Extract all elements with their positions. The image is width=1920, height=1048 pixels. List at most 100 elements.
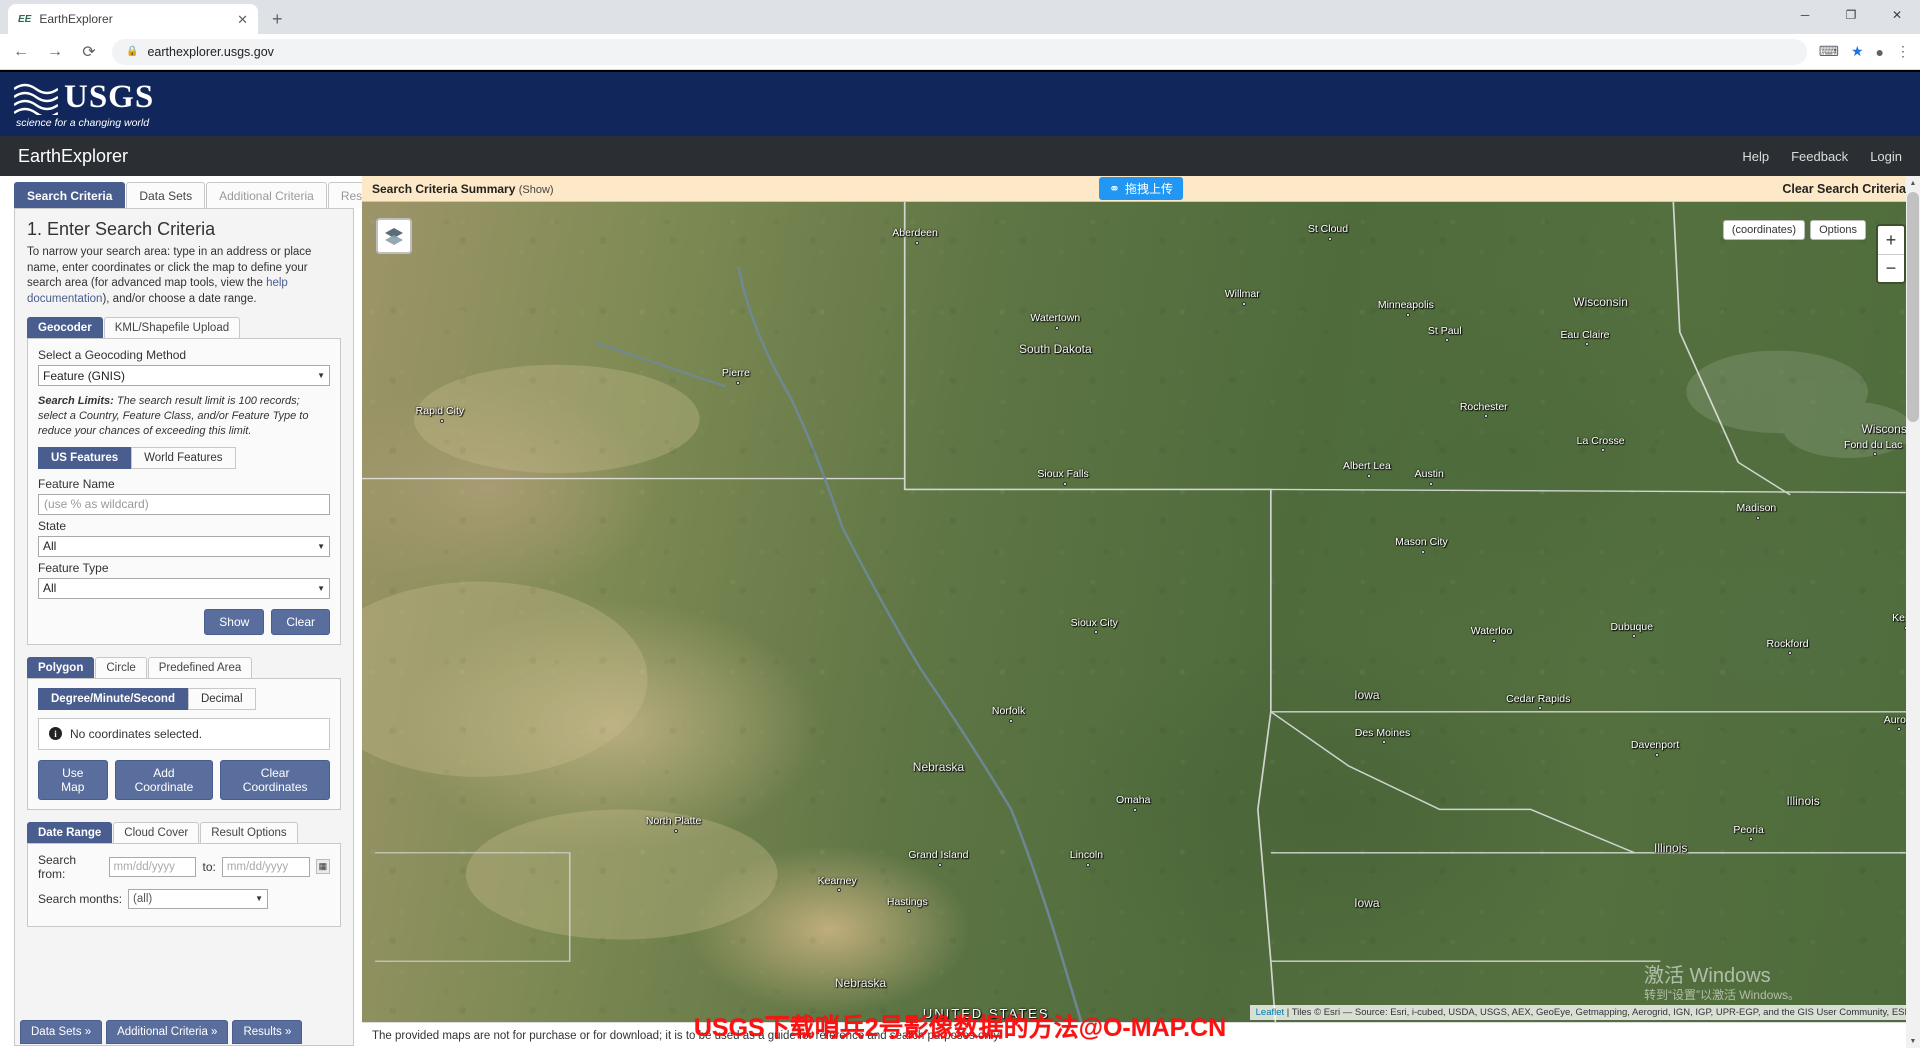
map-city-dot <box>1445 338 1449 342</box>
feature-name-input[interactable]: (use % as wildcard) <box>38 494 330 515</box>
chevron-down-icon: ▼ <box>317 542 325 551</box>
page-title: 1. Enter Search Criteria <box>27 219 341 240</box>
scroll-up-icon[interactable]: ▲ <box>1906 176 1920 190</box>
degree-minute-second-button[interactable]: Degree/Minute/Second <box>38 688 188 710</box>
map-city-dot <box>1055 326 1059 330</box>
clear-button[interactable]: Clear <box>271 609 330 635</box>
map-city-dot <box>1382 740 1386 744</box>
subtab-kml-shapefile-upload[interactable]: KML/Shapefile Upload <box>104 317 240 338</box>
login-link[interactable]: Login <box>1870 149 1902 164</box>
subtab-circle[interactable]: Circle <box>95 657 146 678</box>
page-scrollbar[interactable]: ▲ ▼ <box>1906 176 1920 1048</box>
feedback-link[interactable]: Feedback <box>1791 149 1848 164</box>
drag-upload-button[interactable]: ⚭ 拖拽上传 <box>1099 177 1183 200</box>
map-city-dot <box>1873 452 1877 456</box>
search-to-label: to: <box>202 860 215 874</box>
subtab-result-options[interactable]: Result Options <box>200 822 297 843</box>
feature-scope-toggle: US Features World Features <box>38 447 330 469</box>
close-icon[interactable]: ✕ <box>237 13 248 26</box>
search-from-input[interactable]: mm/dd/yyyy <box>109 857 197 877</box>
map-city-label: Kearney <box>818 875 857 887</box>
coordinates-pill[interactable]: (coordinates) <box>1723 220 1805 240</box>
map-city-dot <box>440 419 444 423</box>
bookmark-star-icon[interactable]: ★ <box>1851 43 1864 60</box>
tab-additional-criteria[interactable]: Additional Criteria <box>206 182 327 208</box>
zoom-in-button[interactable]: + <box>1878 226 1904 254</box>
geocoding-method-label: Select a Geocoding Method <box>38 348 330 362</box>
leaflet-link[interactable]: Leaflet <box>1256 1007 1285 1018</box>
map-panel: Search Criteria Summary (Show) ⚭ 拖拽上传 Cl… <box>362 176 1920 1048</box>
map-layers-button[interactable] <box>376 218 412 254</box>
geocoder-tabs: Geocoder KML/Shapefile Upload <box>27 317 341 338</box>
subtab-predefined-area[interactable]: Predefined Area <box>148 657 252 678</box>
show-button[interactable]: Show <box>204 609 264 635</box>
maximize-icon[interactable]: ❐ <box>1828 0 1874 30</box>
address-bar[interactable]: 🔒 earthexplorer.usgs.gov <box>112 39 1807 65</box>
goto-additional-criteria-button[interactable]: Additional Criteria » <box>106 1020 228 1044</box>
profile-icon[interactable]: ● <box>1876 44 1884 60</box>
map-city-dot <box>736 381 740 385</box>
map-city-dot <box>1429 482 1433 486</box>
no-coordinates-text: No coordinates selected. <box>70 727 202 741</box>
subtab-polygon[interactable]: Polygon <box>27 657 94 678</box>
map-city-dot <box>1242 302 1246 306</box>
translate-icon[interactable]: ⌨ <box>1819 43 1839 60</box>
forward-icon[interactable]: → <box>44 41 66 63</box>
goto-data-sets-button[interactable]: Data Sets » <box>20 1020 102 1044</box>
help-link[interactable]: Help <box>1742 149 1769 164</box>
state-select[interactable]: All ▼ <box>38 536 330 557</box>
usgs-header: USGS science for a changing world <box>0 70 1920 136</box>
window-close-icon[interactable]: ✕ <box>1874 0 1920 30</box>
area-tabs: Polygon Circle Predefined Area <box>27 657 341 678</box>
satellite-map[interactable]: (coordinates) Options + − AberdeenSt Clo… <box>362 202 1920 1048</box>
us-features-button[interactable]: US Features <box>38 447 131 469</box>
menu-icon[interactable]: ⋮ <box>1896 43 1910 60</box>
map-city-label: Willmar <box>1225 288 1260 300</box>
map-city-label: Norfolk <box>992 705 1025 717</box>
usgs-logo[interactable]: USGS science for a changing world <box>14 79 154 129</box>
lock-icon: 🔒 <box>126 46 138 57</box>
clear-coordinates-button[interactable]: Clear Coordinates <box>220 760 330 800</box>
map-city-dot <box>674 829 678 833</box>
map-state-label: Illinois <box>1786 794 1819 808</box>
reload-icon[interactable]: ⟳ <box>78 41 100 63</box>
summary-show-link[interactable]: (Show) <box>519 184 554 196</box>
map-city-label: Cedar Rapids <box>1506 693 1570 705</box>
calendar-icon[interactable]: ▦ <box>316 859 330 874</box>
world-features-button[interactable]: World Features <box>131 447 235 469</box>
windows-activation-watermark: 激活 Windows 转到“设置”以激活 Windows。 <box>1644 964 1800 1002</box>
usgs-wordmark: USGS <box>64 79 154 116</box>
subtab-geocoder[interactable]: Geocoder <box>27 317 103 338</box>
browser-tab[interactable]: EE EarthExplorer ✕ <box>8 4 258 34</box>
polygon-card: Degree/Minute/Second Decimal i No coordi… <box>27 678 341 810</box>
zoom-out-button[interactable]: − <box>1878 254 1904 282</box>
scroll-down-icon[interactable]: ▼ <box>1906 1034 1920 1048</box>
map-city-label: Aberdeen <box>892 227 938 239</box>
subtab-cloud-cover[interactable]: Cloud Cover <box>113 822 199 843</box>
main-layout: Search Criteria Data Sets Additional Cri… <box>0 176 1920 1048</box>
map-city-dot <box>1484 414 1488 418</box>
back-icon[interactable]: ← <box>10 41 32 63</box>
scrollbar-thumb[interactable] <box>1907 192 1919 422</box>
search-to-input[interactable]: mm/dd/yyyy <box>222 857 310 877</box>
geocoding-method-select[interactable]: Feature (GNIS) ▼ <box>38 365 330 386</box>
search-months-value: (all) <box>133 893 152 905</box>
map-city-dot <box>1086 863 1090 867</box>
decimal-button[interactable]: Decimal <box>188 688 256 710</box>
tab-search-criteria[interactable]: Search Criteria <box>14 182 125 208</box>
options-pill[interactable]: Options <box>1810 220 1866 240</box>
map-state-label: Nebraska <box>913 760 964 774</box>
map-city-dot <box>1421 550 1425 554</box>
use-map-button[interactable]: Use Map <box>38 760 108 800</box>
map-state-label: Wisconsin <box>1573 295 1628 309</box>
minimize-icon[interactable]: ─ <box>1782 0 1828 30</box>
feature-type-select[interactable]: All ▼ <box>38 578 330 599</box>
goto-results-button[interactable]: Results » <box>232 1020 302 1044</box>
tab-data-sets[interactable]: Data Sets <box>126 182 205 208</box>
subtab-date-range[interactable]: Date Range <box>27 822 112 843</box>
map-city-dot <box>1063 482 1067 486</box>
new-tab-button[interactable]: + <box>272 9 283 30</box>
search-months-select[interactable]: (all) ▼ <box>128 889 268 909</box>
add-coordinate-button[interactable]: Add Coordinate <box>115 760 214 800</box>
clear-search-criteria-button[interactable]: Clear Search Criteria <box>1782 182 1906 196</box>
